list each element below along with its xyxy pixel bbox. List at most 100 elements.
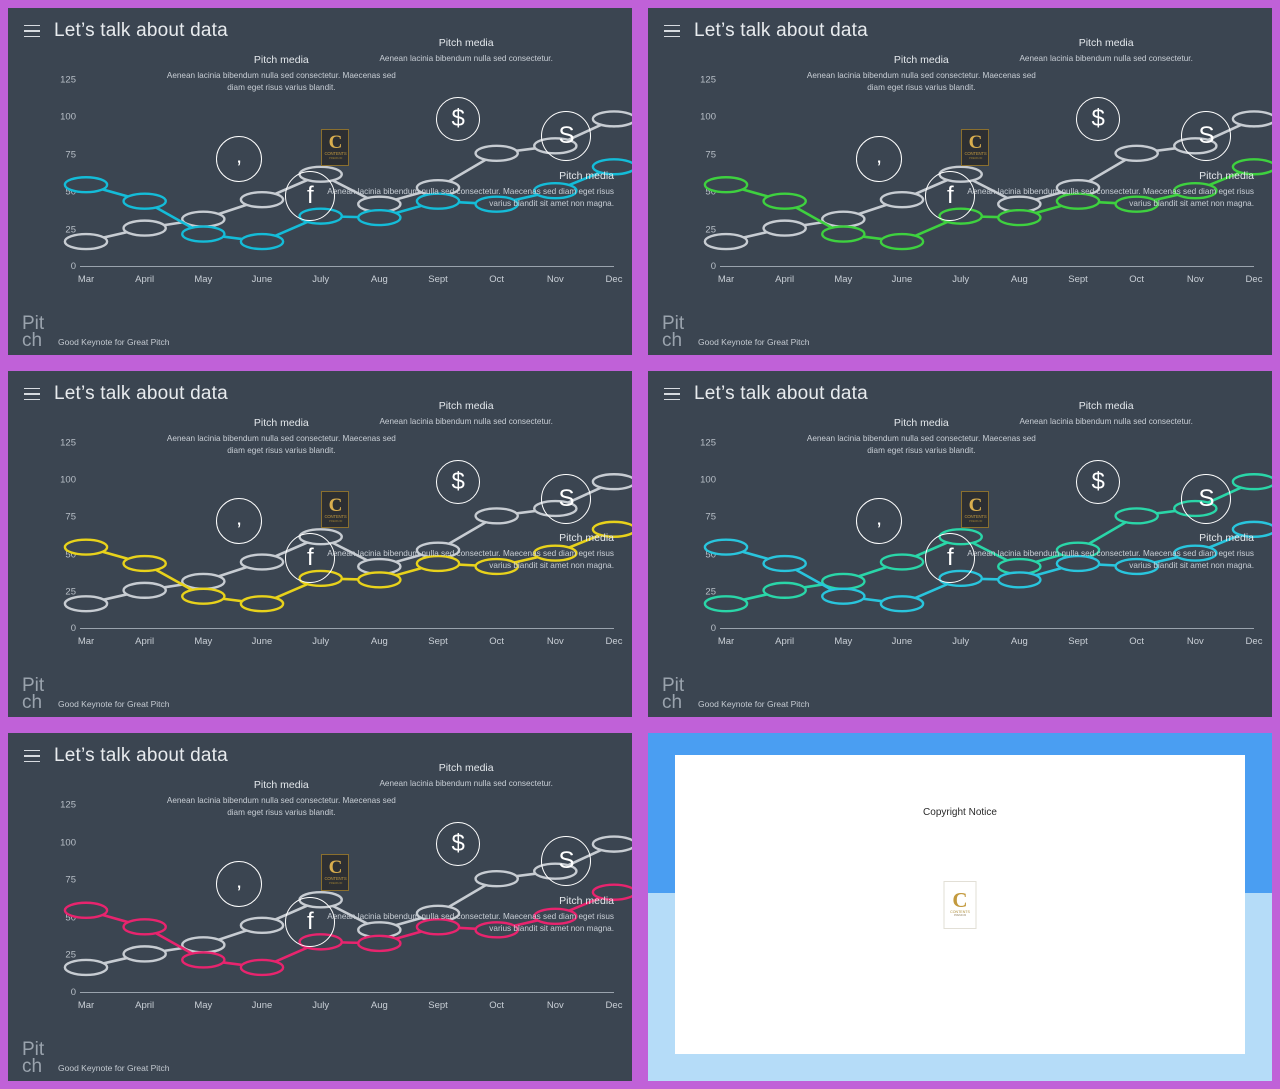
- brand-name: Pitch: [22, 313, 45, 351]
- x-axis-tick: May: [834, 636, 853, 647]
- annotation-body: Aenean lacinia bibendum nulla sed consec…: [1019, 417, 1193, 427]
- x-axis-tick: July: [952, 274, 970, 285]
- contents-logo-badge: C CONTENTS PREMIUM: [961, 128, 990, 166]
- facebook-bubble[interactable]: f: [285, 170, 336, 221]
- contents-logo-badge: C CONTENTS PREMIUM: [321, 128, 350, 166]
- data-point: [358, 936, 400, 951]
- footer-tagline: Good Keynote for Great Pitch: [58, 1063, 170, 1073]
- y-axis-tick: 75: [705, 511, 716, 523]
- logo-sub: PREMIUM: [968, 156, 983, 161]
- x-axis-tick: June: [891, 636, 913, 647]
- data-point: [764, 556, 806, 571]
- copyright-page: Copyright Notice C CONTENTS PREMIUM: [675, 755, 1245, 1054]
- x-axis-tick: Dec: [605, 1000, 623, 1011]
- annotation-right: Pitch media Aenean lacinia bibendum null…: [318, 895, 614, 935]
- bubble-glyph: f: [307, 544, 314, 572]
- x-axis-tick: July: [312, 636, 330, 647]
- line-chart: 125 100 75 50 25 0 Mar April May June July Aug Sep…: [8, 37, 632, 309]
- hamburger-icon[interactable]: [664, 24, 680, 38]
- x-axis-tick: July: [312, 1000, 330, 1011]
- x-axis-tick: Dec: [1245, 636, 1263, 647]
- annotation-body: Aenean lacinia bibendum nulla sed consec…: [967, 186, 1254, 208]
- x-axis-tick: Dec: [605, 274, 623, 285]
- x-axis-tick: Mar: [77, 274, 95, 285]
- y-axis-zero: 0: [70, 623, 76, 634]
- data-point: [705, 234, 747, 249]
- dollar-bubble[interactable]: $: [436, 460, 481, 505]
- slide-footer: Pitch Good Keynote for Great Pitch: [662, 676, 810, 712]
- plot-area: 125 100 75 50 25 0 Mar April May June July Aug Sep…: [726, 400, 1272, 647]
- x-axis-tick: April: [775, 636, 795, 647]
- x-axis-tick: Aug: [370, 636, 388, 647]
- facebook-bubble[interactable]: f: [285, 896, 336, 947]
- annotation-heading: Pitch media: [438, 761, 494, 774]
- annotation-body: Aenean lacinia bibendum nulla sed consec…: [166, 70, 396, 92]
- skype-bubble[interactable]: S: [541, 473, 592, 524]
- x-axis-tick: Sept: [428, 636, 448, 647]
- twitter-bubble[interactable]: ’: [856, 135, 903, 182]
- slide-cell: Let’s talk about data 125 100 75 50 25 0 Mar…: [0, 725, 640, 1089]
- hamburger-icon[interactable]: [24, 24, 40, 38]
- annotation-heading: Pitch media: [1078, 400, 1134, 413]
- hamburger-icon[interactable]: [24, 387, 40, 401]
- bubble-glyph: f: [307, 181, 314, 209]
- x-axis-tick: Mar: [77, 636, 95, 647]
- twitter-bubble[interactable]: ’: [216, 135, 263, 182]
- x-axis-tick: May: [194, 274, 213, 285]
- brand-name: Pitch: [662, 313, 685, 351]
- slide-footer: Pitch Good Keynote for Great Pitch: [662, 313, 810, 351]
- x-axis-tick: June: [251, 274, 273, 285]
- twitter-bubble[interactable]: ’: [856, 498, 903, 545]
- y-axis-tick: 100: [700, 474, 716, 486]
- facebook-bubble[interactable]: f: [925, 170, 976, 221]
- bubble-glyph: ’: [236, 155, 242, 181]
- slide-3: Let’s talk about data 125 100 75 50 25 0 Mar…: [8, 371, 632, 717]
- x-axis-tick: June: [251, 1000, 273, 1011]
- bubble-glyph: ’: [876, 518, 882, 544]
- twitter-bubble[interactable]: ’: [216, 498, 263, 545]
- hamburger-icon[interactable]: [24, 749, 40, 763]
- y-axis-tick: 25: [705, 224, 716, 236]
- bubble-glyph: S: [1198, 122, 1215, 150]
- y-axis-tick: 25: [705, 586, 716, 598]
- annotation-body: Aenean lacinia bibendum nulla sed consec…: [379, 417, 553, 427]
- logo-letter: C: [328, 494, 343, 516]
- slide-cell: Let’s talk about data 125 100 75 50 25 0 Mar…: [0, 363, 640, 725]
- annotation-heading: Pitch media: [438, 400, 494, 413]
- data-point: [705, 596, 747, 611]
- bubble-glyph: $: [451, 468, 465, 496]
- data-point: [358, 210, 400, 225]
- footer-tagline: Good Keynote for Great Pitch: [58, 337, 170, 347]
- skype-bubble[interactable]: S: [1181, 473, 1232, 524]
- annotation-body: Aenean lacinia bibendum nulla sed consec…: [327, 186, 614, 208]
- data-point: [822, 227, 864, 242]
- x-axis-tick: Nov: [546, 1000, 564, 1011]
- data-point: [764, 194, 806, 209]
- x-axis-tick: Aug: [1010, 274, 1028, 285]
- twitter-bubble[interactable]: ’: [216, 860, 263, 907]
- logo-sub: PREMIUM: [328, 156, 343, 161]
- annotation-heading: Pitch media: [1199, 532, 1254, 545]
- x-axis-tick: Aug: [370, 1000, 388, 1011]
- line-chart: 125 100 75 50 25 0 Mar April May June July Aug Sep…: [8, 400, 632, 671]
- logo-sub: PREMIUM: [328, 881, 343, 886]
- annotation-body: Aenean lacinia bibendum nulla sed consec…: [327, 549, 614, 571]
- bubble-glyph: S: [558, 484, 575, 512]
- y-axis-tick: 75: [65, 511, 76, 523]
- x-axis-tick: June: [251, 636, 273, 647]
- data-point: [764, 583, 806, 598]
- data-point: [65, 903, 107, 918]
- data-point: [593, 111, 632, 126]
- y-axis-tick: 125: [700, 74, 716, 86]
- x-axis-tick: May: [194, 1000, 213, 1011]
- plot-area: 125 100 75 50 25 0 Mar April May June July Aug Sep…: [86, 37, 632, 285]
- y-axis-tick: 75: [705, 149, 716, 161]
- hamburger-icon[interactable]: [664, 387, 680, 401]
- contents-logo-badge: C CONTENTS PREMIUM: [943, 880, 977, 929]
- annotation-body: Aenean lacinia bibendum nulla sed consec…: [967, 549, 1254, 571]
- x-axis-tick: Oct: [489, 274, 505, 285]
- slide-cell: Let’s talk about data 125 100 75 50 25 0 Mar…: [640, 363, 1280, 725]
- dollar-bubble[interactable]: $: [1076, 460, 1121, 505]
- annotation-body: Aenean lacinia bibendum nulla sed consec…: [166, 795, 396, 817]
- bubble-glyph: f: [307, 907, 314, 935]
